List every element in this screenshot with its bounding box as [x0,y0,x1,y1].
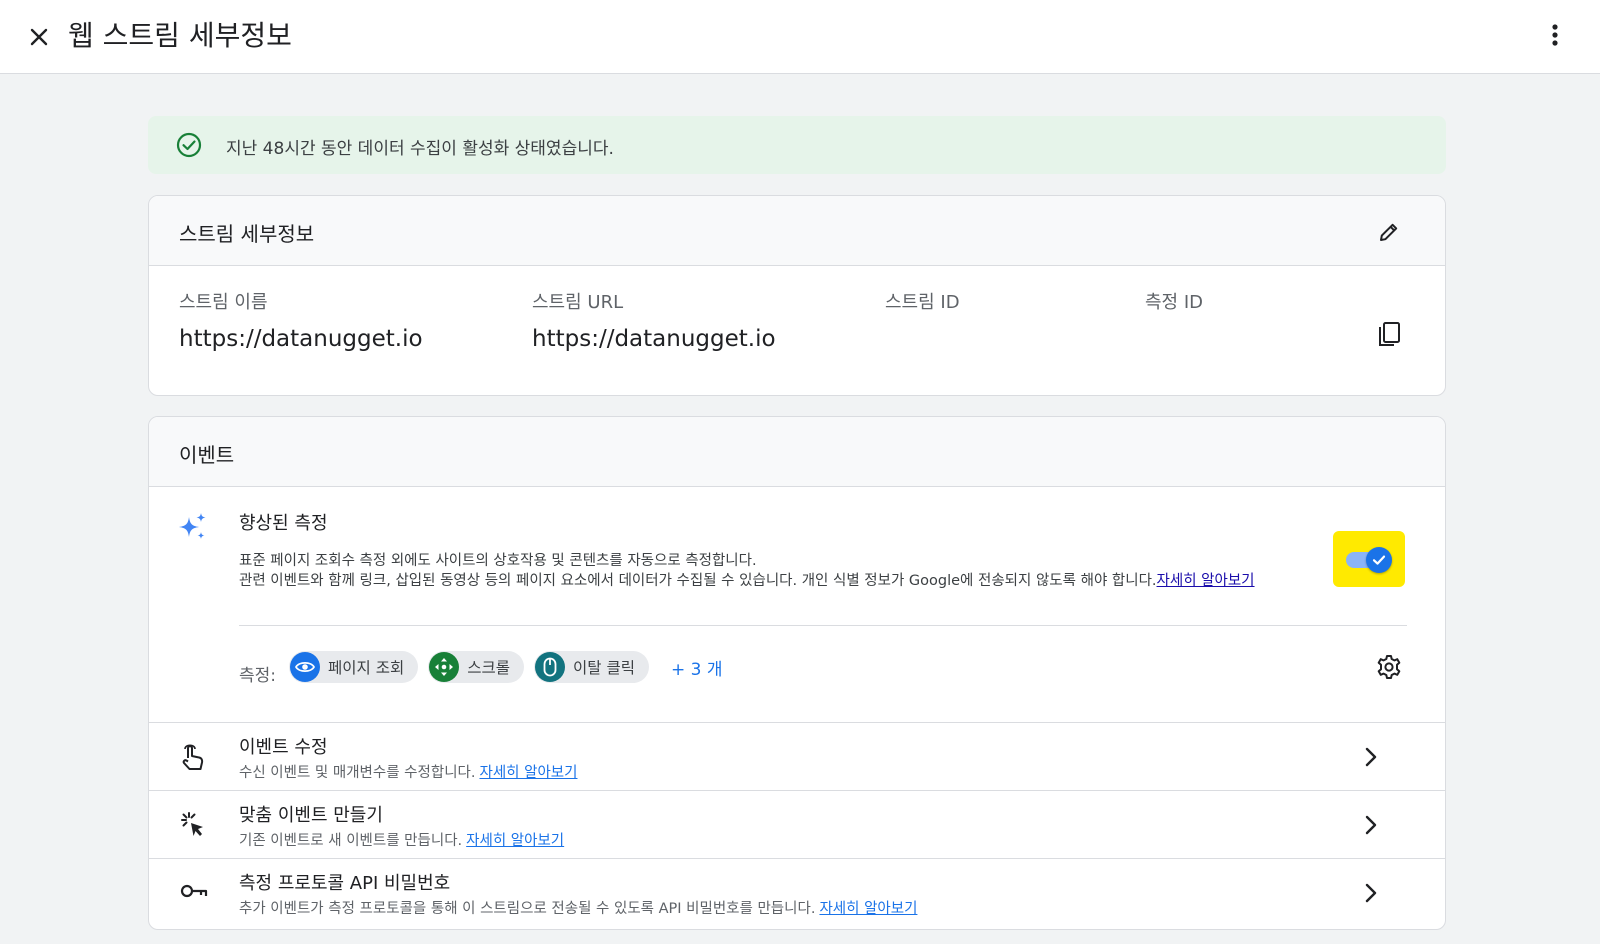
create-custom-events-title: 맞춤 이벤트 만들기 [239,805,383,826]
enhanced-measurement-title: 향상된 측정 [239,513,328,534]
learn-more-link[interactable]: 자세히 알아보기 [1157,573,1255,589]
edit-icon[interactable] [1371,214,1407,250]
stream-name-field: 스트림 이름 https://datanugget.io [179,288,423,352]
events-header: 이벤트 [149,417,1445,487]
status-banner: 지난 48시간 동안 데이터 수집이 활성화 상태였습니다. [148,116,1446,174]
click-cursor-icon [179,811,207,843]
stream-id-label: 스트림 ID [885,292,960,313]
measurement-id-field: 측정 ID [1145,288,1203,326]
enhanced-desc-line2-text: 관련 이벤트와 함께 링크, 삽입된 동영상 등의 페이지 요소에서 데이터가 … [239,573,1157,589]
measurement-id-label: 측정 ID [1145,292,1204,313]
stream-url-label: 스트림 URL [532,292,624,313]
stream-name-label: 스트림 이름 [179,292,268,313]
enhanced-measurement-description: 표준 페이지 조회수 측정 외에도 사이트의 상호작용 및 콘텐츠를 자동으로 … [239,551,1329,591]
measurement-protocol-api-description: 추가 이벤트가 측정 프로토콜을 통해 이 스트림으로 전송될 수 있도록 AP… [239,897,917,918]
stream-details-title: 스트림 세부정보 [179,222,315,246]
stream-details-card: 스트림 세부정보 스트림 이름 https://datanugget.io 스트… [148,195,1446,396]
chip-page-view-label: 페이지 조회 [328,659,405,677]
modify-events-learn-more[interactable]: 자세히 알아보기 [479,765,577,781]
top-bar: 웹 스트림 세부정보 [0,0,1600,74]
modify-events-title: 이벤트 수정 [239,737,328,758]
close-icon[interactable] [22,20,56,54]
sparkle-icon [177,511,209,547]
chip-scroll-label: 스크롤 [467,659,511,677]
touch-hand-icon [179,743,207,777]
copy-icon[interactable] [1371,316,1407,352]
chevron-right-icon [1359,879,1381,911]
enhanced-measurement-section: 향상된 측정 표준 페이지 조회수 측정 외에도 사이트의 상호작용 및 콘텐츠… [149,487,1445,723]
status-banner-text: 지난 48시간 동안 데이터 수집이 활성화 상태였습니다. [226,139,614,159]
more-measurements-link[interactable]: + 3 개 [671,655,723,680]
check-icon [1372,555,1386,565]
toggle-highlight [1333,531,1405,587]
create-custom-events-description: 기존 이벤트로 새 이벤트를 만듭니다. 자세히 알아보기 [239,829,564,850]
create-custom-events-learn-more[interactable]: 자세히 알아보기 [466,833,564,849]
modify-events-desc-text: 수신 이벤트 및 매개변수를 수정합니다. [239,765,476,781]
toggle-knob [1366,547,1392,573]
chip-outbound-click-label: 이탈 클릭 [573,659,635,677]
check-circle-icon [176,132,202,162]
chevron-right-icon [1359,743,1381,775]
stream-url-value: https://datanugget.io [532,326,776,352]
enhanced-desc-line1: 표준 페이지 조회수 측정 외에도 사이트의 상호작용 및 콘텐츠를 자동으로 … [239,553,757,569]
key-icon [179,879,209,907]
divider [239,625,1407,626]
measurement-protocol-api-title: 측정 프로토콜 API 비밀번호 [239,873,451,894]
list-item-modify-events[interactable]: 이벤트 수정 수신 이벤트 및 매개변수를 수정합니다. 자세히 알아보기 [149,723,1445,791]
mouse-icon [535,652,566,682]
page-title: 웹 스트림 세부정보 [68,19,292,52]
chip-page-view[interactable]: 페이지 조회 [289,651,419,683]
list-item-measurement-protocol-api[interactable]: 측정 프로토콜 API 비밀번호 추가 이벤트가 측정 프로토콜을 통해 이 스… [149,859,1445,927]
modify-events-description: 수신 이벤트 및 매개변수를 수정합니다. 자세히 알아보기 [239,761,577,782]
eye-icon [290,652,320,682]
stream-name-value: https://datanugget.io [179,326,423,352]
scroll-arrows-icon [429,652,460,682]
enhanced-measurement-toggle[interactable] [1344,547,1394,573]
events-title: 이벤트 [179,443,235,467]
chip-scroll[interactable]: 스크롤 [428,651,525,683]
stream-url-field: 스트림 URL https://datanugget.io [532,288,776,352]
stream-id-field: 스트림 ID [885,288,960,326]
chip-outbound-click[interactable]: 이탈 클릭 [534,651,649,683]
more-vert-icon[interactable] [1538,18,1572,52]
events-card: 이벤트 향상된 측정 표준 페이지 조회수 측정 외에도 사이트의 상호작용 및… [148,416,1446,930]
enhanced-desc-line2: 관련 이벤트와 함께 링크, 삽입된 동영상 등의 페이지 요소에서 데이터가 … [239,571,1329,591]
measurement-label: 측정: [239,666,277,686]
chevron-right-icon [1359,811,1381,843]
measurement-protocol-api-desc-text: 추가 이벤트가 측정 프로토콜을 통해 이 스트림으로 전송될 수 있도록 AP… [239,901,816,917]
gear-icon[interactable] [1371,649,1407,685]
create-custom-events-desc-text: 기존 이벤트로 새 이벤트를 만듭니다. [239,833,463,849]
measurement-chips: 페이지 조회 스크롤 이탈 클릭 + 3 개 [289,651,723,683]
list-item-create-custom-events[interactable]: 맞춤 이벤트 만들기 기존 이벤트로 새 이벤트를 만듭니다. 자세히 알아보기 [149,791,1445,859]
measurement-protocol-api-learn-more[interactable]: 자세히 알아보기 [819,901,917,917]
stream-details-header: 스트림 세부정보 [149,196,1445,266]
